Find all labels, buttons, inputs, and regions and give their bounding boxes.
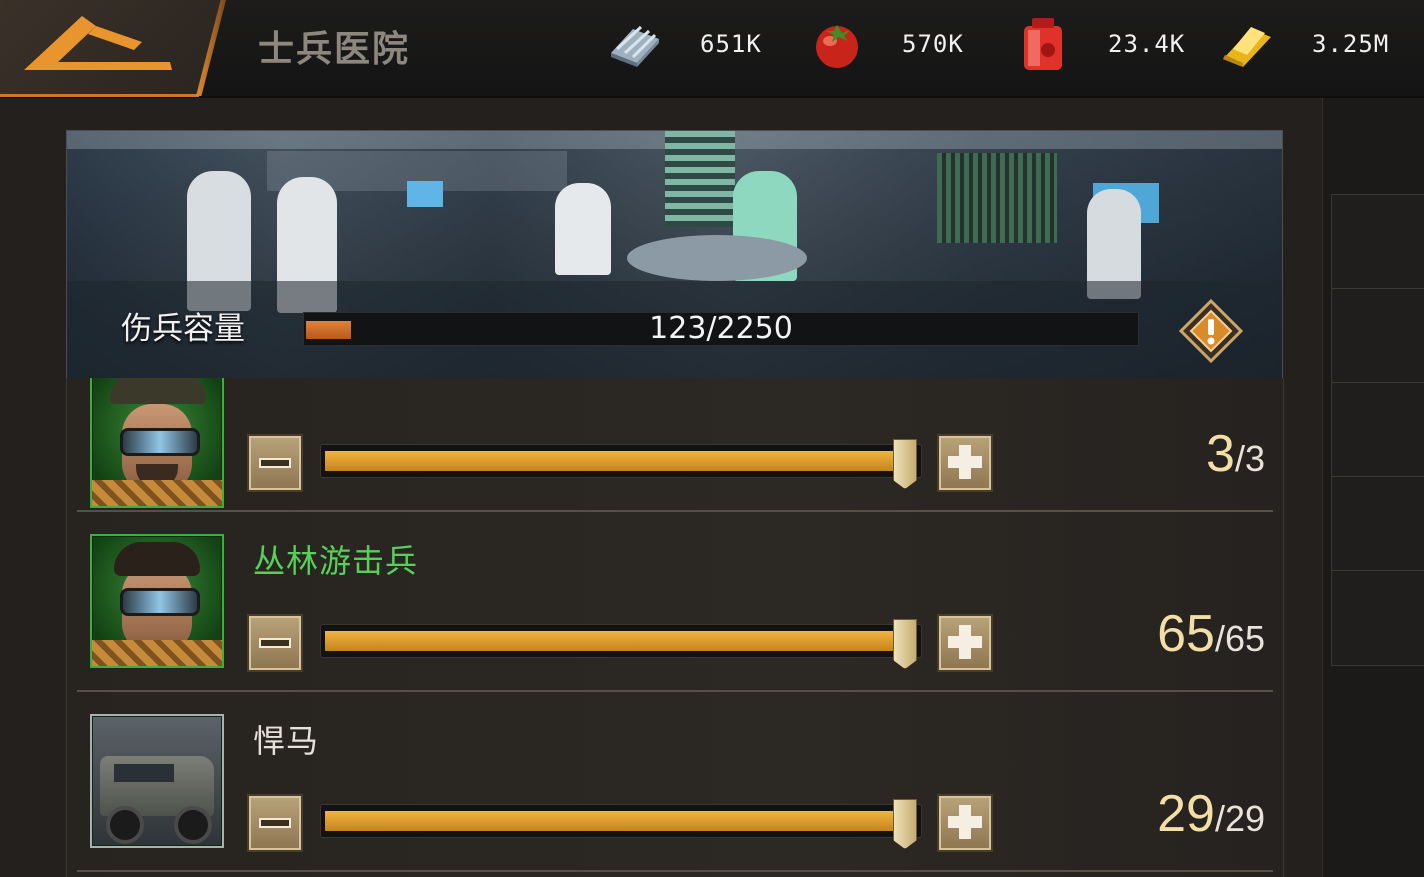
increase-button[interactable]	[937, 614, 993, 672]
quantity-slider[interactable]	[320, 799, 922, 849]
fuel-value: 23.4K	[1108, 30, 1186, 58]
unit-portrait[interactable]	[90, 714, 224, 848]
resource-fuel[interactable]: 23.4K	[1014, 14, 1185, 74]
unit-count-current: 65	[1157, 605, 1215, 663]
side-tab-4[interactable]	[1331, 476, 1424, 572]
slider-handle[interactable]	[893, 619, 917, 669]
capacity-label: 伤兵容量	[121, 311, 245, 347]
slider-handle[interactable]	[893, 439, 917, 489]
unit-list[interactable]: 3/3 丛林游击兵 65/65 悍马 29/29	[66, 378, 1284, 877]
back-arrow-icon	[24, 16, 172, 70]
capacity-bar: 123/2250	[303, 311, 1139, 346]
scientist-figure	[555, 183, 611, 275]
resource-food[interactable]: 570K	[808, 14, 964, 74]
unit-portrait[interactable]	[90, 378, 224, 508]
increase-button[interactable]	[937, 794, 993, 852]
slider-fill	[325, 451, 897, 471]
side-panel	[1322, 98, 1424, 877]
lab-monitor	[407, 181, 443, 207]
page-title: 士兵医院	[258, 28, 411, 70]
gold-bar-icon	[1218, 15, 1276, 73]
decrease-button[interactable]	[247, 614, 303, 672]
fuel-can-icon	[1014, 15, 1072, 73]
capacity-text: 123/2250	[649, 311, 793, 346]
steel-value: 651K	[700, 30, 762, 58]
minus-icon	[259, 638, 291, 648]
gold-value: 3.25M	[1312, 30, 1390, 58]
unit-count: 65/65	[1157, 604, 1265, 664]
side-tab-1[interactable]	[1331, 194, 1424, 290]
minus-icon	[259, 818, 291, 828]
unit-portrait[interactable]	[90, 534, 224, 668]
resource-gold[interactable]: 3.25M	[1218, 14, 1389, 74]
side-tab-5[interactable]	[1331, 570, 1424, 666]
row-divider	[77, 870, 1273, 872]
food-value: 570K	[902, 30, 964, 58]
unit-count-max: /3	[1234, 438, 1265, 479]
list-item: 悍马 29/29	[67, 688, 1283, 868]
unit-count-max: /65	[1214, 618, 1265, 659]
side-tab-3[interactable]	[1331, 382, 1424, 478]
unit-count-current: 3	[1206, 425, 1235, 483]
minus-icon	[259, 458, 291, 468]
steel-icon	[606, 15, 664, 73]
back-button[interactable]	[0, 0, 226, 97]
list-item: 丛林游击兵 65/65	[67, 508, 1283, 688]
unit-count: 29/29	[1157, 784, 1265, 844]
resource-steel[interactable]: 651K	[606, 14, 762, 74]
lab-centrifuge	[627, 235, 807, 281]
decrease-button[interactable]	[247, 794, 303, 852]
quantity-slider[interactable]	[320, 619, 922, 669]
exclamation-diamond-icon[interactable]	[1179, 299, 1243, 363]
unit-name: 悍马	[253, 722, 320, 760]
unit-count-current: 29	[1157, 785, 1215, 843]
unit-name: 丛林游击兵	[253, 542, 419, 580]
lab-shelf	[665, 131, 735, 227]
tomato-food-icon	[808, 15, 866, 73]
side-tab-2[interactable]	[1331, 288, 1424, 384]
slider-fill	[325, 631, 897, 651]
decrease-button[interactable]	[247, 434, 303, 492]
unit-count-max: /29	[1214, 798, 1265, 839]
list-item: 3/3	[67, 378, 1283, 508]
unit-count: 3/3	[1206, 424, 1265, 484]
quantity-slider[interactable]	[320, 439, 922, 489]
slider-handle[interactable]	[893, 799, 917, 849]
lab-rack	[937, 153, 1057, 243]
increase-button[interactable]	[937, 434, 993, 492]
hospital-banner: 伤兵容量 123/2250	[66, 130, 1283, 380]
top-bar: 士兵医院 651K 570K 23.4K 3.25M	[0, 0, 1424, 98]
slider-fill	[325, 811, 897, 831]
